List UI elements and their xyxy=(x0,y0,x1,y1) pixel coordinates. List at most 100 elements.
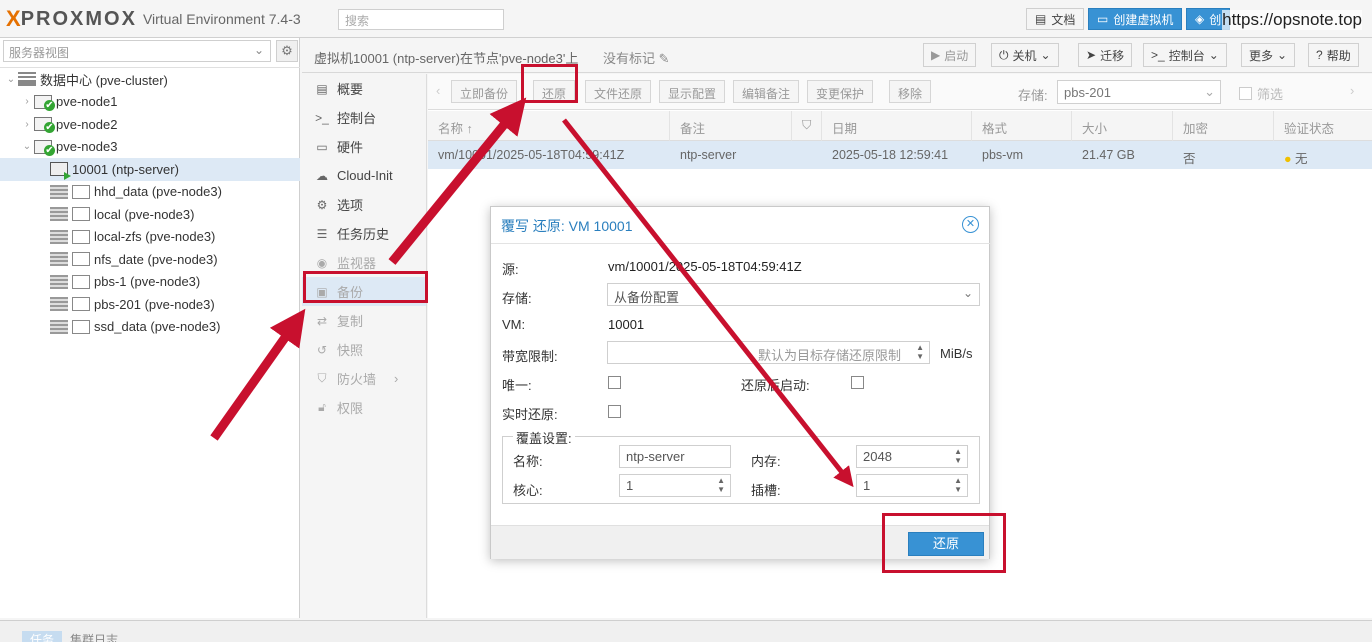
spinner-icon[interactable]: ▲ ▼ xyxy=(954,476,962,494)
start-after-restore-checkbox[interactable] xyxy=(851,376,864,389)
tree-item-pve-node2[interactable]: › pve-node2 xyxy=(0,113,300,136)
backup-now-button[interactable]: 立即备份 xyxy=(451,80,518,103)
tree-item-label: pve-node3 xyxy=(56,139,118,155)
create-vm-button[interactable]: ▭ 创建虚拟机 xyxy=(1088,8,1183,30)
menu-item-label: 监视器 xyxy=(337,256,377,271)
column-header-date[interactable]: 日期 xyxy=(822,111,972,141)
menu-item-label: Cloud-Init xyxy=(337,168,393,183)
collapse-icon[interactable]: ⌄ xyxy=(4,74,18,85)
product-version: Virtual Environment 7.4-3 xyxy=(142,11,301,27)
menu-item-replication[interactable]: ⇄ 复制 xyxy=(302,306,426,335)
tree-item-label: pbs-201 (pve-node3) xyxy=(94,296,215,312)
highlight-restore-confirm xyxy=(882,513,1006,573)
column-header-verify-state[interactable]: 验证状态 xyxy=(1274,111,1372,141)
storage-status-icon xyxy=(72,319,90,334)
chevron-right-icon: › xyxy=(394,371,399,386)
table-row[interactable]: vm/10001/2025-05-18T04:59:41Z ntp-server… xyxy=(428,141,1372,169)
global-search-input[interactable]: 搜索 xyxy=(338,9,504,30)
proxmox-logo[interactable]: X PROXMOX Virtual Environment 7.4-3 xyxy=(6,6,301,31)
chevron-right-icon[interactable]: › xyxy=(1350,83,1354,98)
tree-item-storage-pbs-201[interactable]: pbs-201 (pve-node3) xyxy=(0,293,300,316)
tags-area[interactable]: 没有标记 ✎ xyxy=(603,48,670,67)
filter-label: 筛选 xyxy=(1257,87,1284,102)
storage-icon xyxy=(50,319,68,334)
tab-tasks[interactable]: 任务 xyxy=(22,631,63,642)
expand-icon[interactable]: › xyxy=(20,96,34,107)
more-label: 更多 xyxy=(1249,48,1274,63)
menu-item-summary[interactable]: ▤ 概要 xyxy=(302,74,426,103)
menu-item-snapshots[interactable]: ↺ 快照 xyxy=(302,335,426,364)
memory-input[interactable]: 2048 ▲ ▼ xyxy=(856,445,968,468)
restore-storage-select[interactable]: 从备份配置 ⌄ xyxy=(607,283,980,306)
column-header-encrypted[interactable]: 加密 xyxy=(1173,111,1274,141)
tree-item-vm-10001[interactable]: 10001 (ntp-server) xyxy=(0,158,300,181)
tree-item-storage-ssd-data[interactable]: ssd_data (pve-node3) xyxy=(0,316,300,339)
file-restore-button[interactable]: 文件还原 xyxy=(585,80,652,103)
send-icon: ➤ xyxy=(1086,48,1097,62)
more-button[interactable]: 更多 ⌄ xyxy=(1241,43,1296,67)
edit-notes-button[interactable]: 编辑备注 xyxy=(733,80,800,103)
migrate-button[interactable]: ➤ 迁移 xyxy=(1078,43,1133,67)
spinner-icon[interactable]: ▲ ▼ xyxy=(717,476,725,494)
console-button[interactable]: >_ 控制台 ⌄ xyxy=(1143,43,1227,67)
column-header-format[interactable]: 格式 xyxy=(972,111,1072,141)
sockets-input[interactable]: 1 ▲ ▼ xyxy=(856,474,968,497)
create-vm-label: 创建虚拟机 xyxy=(1113,12,1174,27)
menu-item-firewall[interactable]: ⛉ 防火墙 › xyxy=(302,364,426,393)
tree-item-storage-nfs-date[interactable]: nfs_date (pve-node3) xyxy=(0,248,300,271)
column-header-size[interactable]: 大小 xyxy=(1072,111,1173,141)
tree-item-pve-node1[interactable]: › pve-node1 xyxy=(0,91,300,114)
shutdown-button[interactable]: ⏻ 关机 ⌄ xyxy=(991,43,1059,67)
menu-item-label: 概要 xyxy=(337,82,364,97)
change-protection-button[interactable]: 变更保护 xyxy=(807,80,874,103)
spinner-icon[interactable]: ▲ ▼ xyxy=(916,343,924,361)
tree-item-storage-local-zfs[interactable]: local-zfs (pve-node3) xyxy=(0,226,300,249)
tree-item-datacenter[interactable]: ⌄ 数据中心 (pve-cluster) xyxy=(0,68,300,91)
column-header-notes[interactable]: 备注 xyxy=(670,111,792,141)
memory-label: 内存: xyxy=(751,454,781,469)
verify-state-label: 无 xyxy=(1295,152,1308,166)
column-header-name[interactable]: 名称 ↑ xyxy=(428,111,670,141)
tree-item-storage-local[interactable]: local (pve-node3) xyxy=(0,203,300,226)
column-header-protected[interactable]: ⛉ xyxy=(792,111,822,141)
close-icon[interactable]: ✕ xyxy=(962,216,979,233)
show-config-button[interactable]: 显示配置 xyxy=(659,80,726,103)
chevron-down-icon[interactable]: ⌄ xyxy=(1209,48,1219,62)
filter-toggle[interactable]: 筛选 xyxy=(1239,84,1283,103)
menu-item-hardware[interactable]: ▭ 硬件 xyxy=(302,132,426,161)
expand-icon[interactable]: › xyxy=(20,119,34,130)
bandwidth-input[interactable]: 默认为目标存储还原限制 ▲ ▼ xyxy=(607,341,930,364)
chevron-left-icon[interactable]: ‹ xyxy=(436,83,440,98)
menu-item-options[interactable]: ⚙ 选项 xyxy=(302,190,426,219)
tree-item-label: 10001 (ntp-server) xyxy=(72,161,179,177)
remove-button[interactable]: 移除 xyxy=(889,80,932,103)
tree-item-pve-node3[interactable]: ⌄ pve-node3 xyxy=(0,136,300,159)
dialog-body: 源: vm/10001/2025-05-18T04:59:41Z 存储: 从备份… xyxy=(491,243,991,422)
name-input[interactable]: ntp-server xyxy=(619,445,731,468)
menu-item-permissions[interactable]: 🔓︎ 权限 xyxy=(302,393,426,422)
collapse-icon[interactable]: ⌄ xyxy=(20,141,34,152)
spinner-icon[interactable]: ▲ ▼ xyxy=(954,447,962,465)
storage-icon xyxy=(50,184,68,199)
cell-encrypted: 否 xyxy=(1183,152,1196,166)
help-button[interactable]: ? 帮助 xyxy=(1308,43,1359,67)
gear-icon[interactable]: ⚙ xyxy=(276,40,298,62)
book-icon: ▤ xyxy=(316,81,328,96)
view-selector[interactable]: 服务器视图 ⌄ xyxy=(3,40,271,62)
cores-input[interactable]: 1 ▲ ▼ xyxy=(619,474,731,497)
storage-select[interactable]: pbs-201 ⌄ xyxy=(1057,80,1221,104)
bandwidth-unit: MiB/s xyxy=(940,346,973,361)
tab-cluster-log[interactable]: 集群日志 xyxy=(62,631,126,642)
menu-item-console[interactable]: >_ 控制台 xyxy=(302,103,426,132)
docs-button[interactable]: ▤ 文档 xyxy=(1026,8,1085,30)
chevron-down-icon[interactable]: ⌄ xyxy=(1041,48,1051,62)
tree-item-storage-pbs-1[interactable]: pbs-1 (pve-node3) xyxy=(0,271,300,294)
tree-item-storage-hhd-data[interactable]: hhd_data (pve-node3) xyxy=(0,181,300,204)
start-button[interactable]: ▶ 启动 xyxy=(923,43,977,67)
unique-checkbox[interactable] xyxy=(608,376,621,389)
menu-item-cloud-init[interactable]: ☁ Cloud-Init xyxy=(302,161,426,190)
live-restore-checkbox[interactable] xyxy=(608,405,621,418)
filter-checkbox[interactable] xyxy=(1239,87,1252,100)
menu-item-task-history[interactable]: ☰ 任务历史 xyxy=(302,219,426,248)
pencil-icon[interactable]: ✎ xyxy=(659,51,670,66)
